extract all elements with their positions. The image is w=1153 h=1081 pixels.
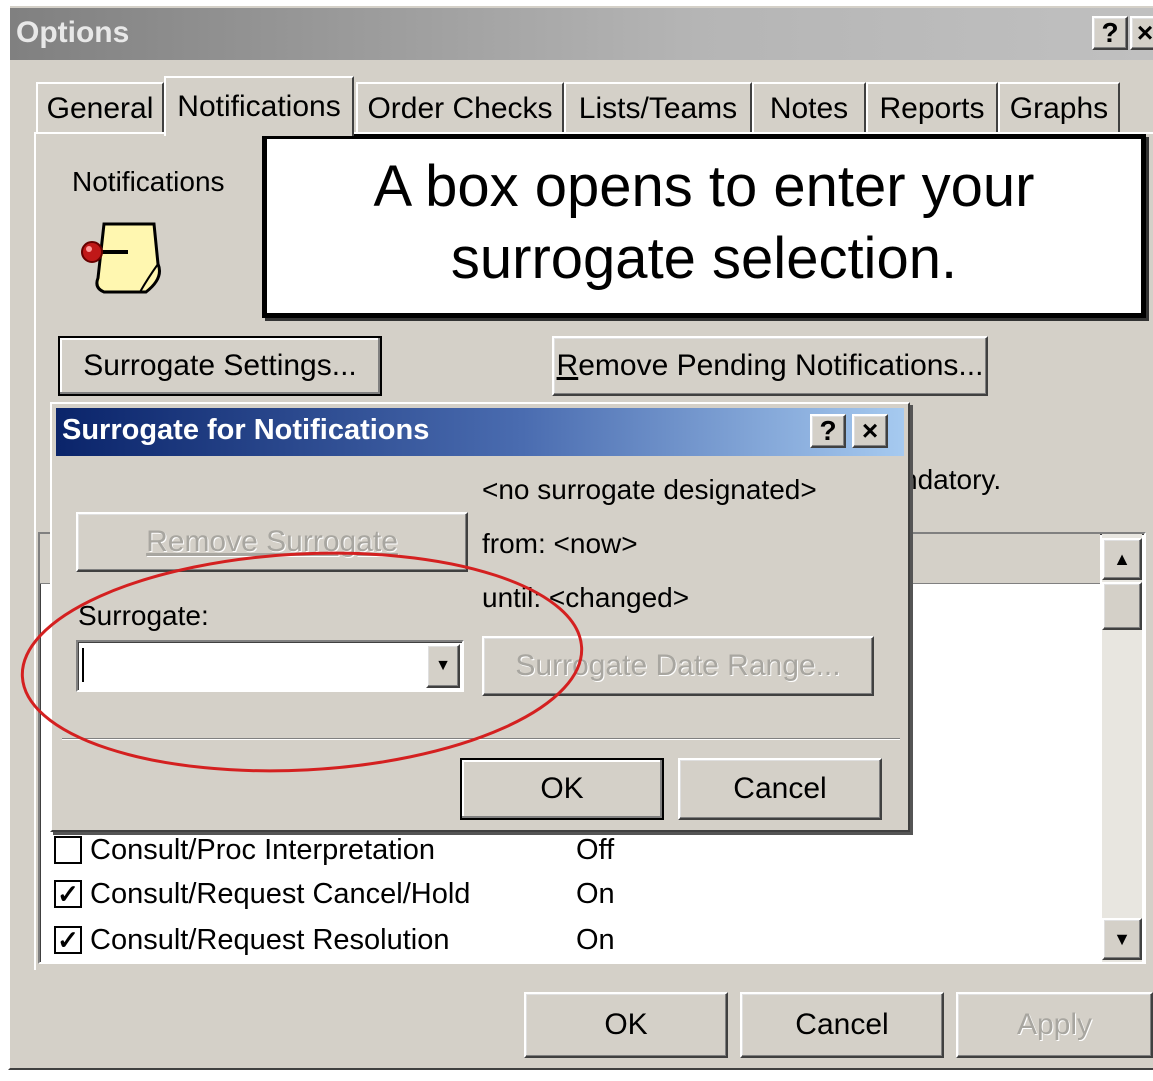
chevron-down-icon: ▼ [435,657,451,674]
tab-reports[interactable]: Reports [866,82,998,134]
dialog-ok-button[interactable]: OK [460,758,664,820]
close-icon: × [861,415,879,446]
dialog-help-button[interactable]: ? [810,414,846,448]
callout-line-1: A box opens to enter your [373,154,1035,219]
cancel-button[interactable]: Cancel [740,992,944,1058]
surrogate-combobox[interactable]: ▼ [76,640,464,692]
surrogate-label: Surrogate: [78,600,209,631]
surrogate-date-range-button[interactable]: Surrogate Date Range... [482,636,874,696]
no-surrogate-text: <no surrogate designated> [482,474,817,505]
tab-graphs[interactable]: Graphs [998,82,1120,134]
close-button[interactable]: × [1130,16,1153,50]
tab-notifications[interactable]: Notifications [164,76,354,136]
arrow-down-icon: ▼ [1113,928,1131,949]
tab-order-checks[interactable]: Order Checks [356,82,564,134]
remove-pending-notifications-button[interactable]: Remove Pending Notifications... [552,336,988,396]
dialog-close-button[interactable]: × [852,414,888,448]
surrogate-dialog: Surrogate for Notifications ? × <no surr… [50,402,910,832]
scroll-thumb[interactable] [1102,582,1142,630]
tab-general[interactable]: General [36,82,164,134]
surrogate-settings-button[interactable]: Surrogate Settings... [58,336,382,396]
checkbox[interactable]: ✓ [54,878,82,909]
dialog-divider [62,738,900,740]
ok-button[interactable]: OK [524,992,728,1058]
check-icon: ✓ [57,924,79,955]
scroll-up-button[interactable]: ▲ [1102,538,1142,580]
scroll-down-button[interactable]: ▼ [1102,918,1142,960]
tab-strip: General Notifications Order Checks Lists… [36,76,1136,136]
instruction-callout: A box opens to enter your surrogate sele… [262,134,1146,318]
vertical-scrollbar[interactable]: ▲ ▼ [1102,534,1142,962]
help-button[interactable]: ? [1092,16,1128,50]
help-icon: ? [1101,17,1119,48]
dialog-title: Surrogate for Notifications [62,414,430,446]
from-text: from: <now> [482,528,638,559]
apply-button[interactable]: Apply [956,992,1153,1058]
options-title-bar: Options ? × [10,8,1153,60]
tab-notes[interactable]: Notes [752,82,866,134]
surrogate-input[interactable] [82,648,86,682]
dialog-title-bar: Surrogate for Notifications ? × [56,408,904,456]
arrow-up-icon: ▲ [1113,548,1131,569]
notification-pin-icon [78,218,170,298]
checkbox[interactable] [54,836,82,864]
remove-surrogate-button[interactable]: Remove Surrogate [76,512,468,572]
check-icon: ✓ [57,878,79,909]
tab-lists-teams[interactable]: Lists/Teams [564,82,752,134]
window-title: Options [16,16,130,49]
notifications-section-label: Notifications [72,166,225,197]
list-item[interactable]: Consult/Proc Interpretation Off [54,830,694,870]
list-item[interactable]: ✓ Consult/Request Resolution On [54,920,694,960]
surrogate-dropdown-button[interactable]: ▼ [426,644,460,688]
help-icon: ? [819,415,837,446]
dialog-cancel-button[interactable]: Cancel [678,758,882,820]
checkbox[interactable]: ✓ [54,924,82,955]
list-item[interactable]: ✓ Consult/Request Cancel/Hold On [54,874,694,914]
mandatory-note-text: ndatory. [902,464,1002,495]
callout-line-2: surrogate selection. [450,226,958,291]
until-text: until: <changed> [482,582,690,613]
close-icon: × [1136,17,1153,48]
